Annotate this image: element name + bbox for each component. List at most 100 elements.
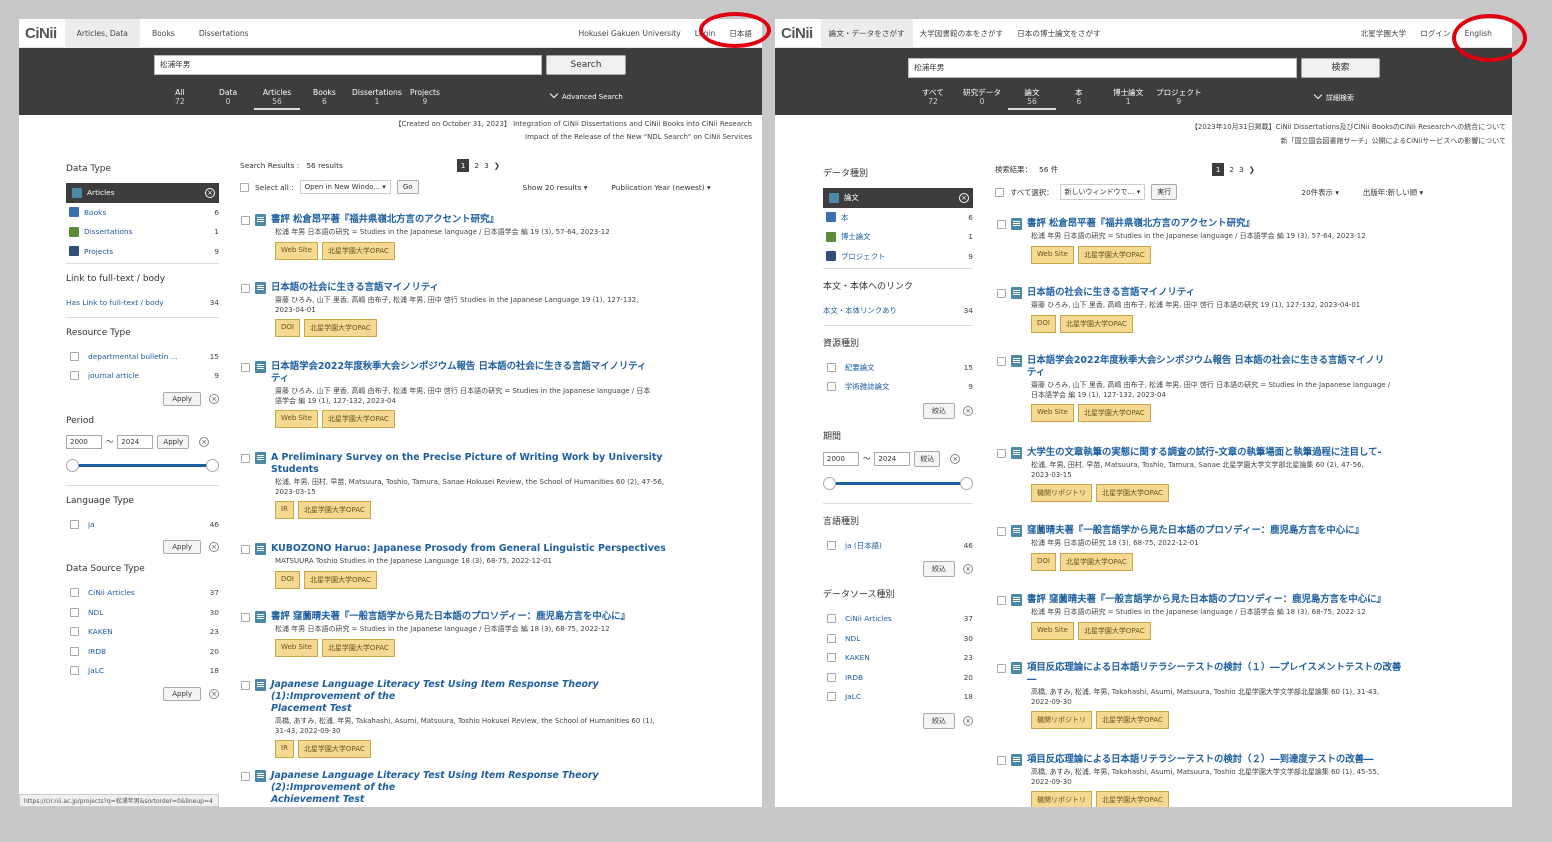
next-page-icon[interactable]: ❯	[1249, 165, 1255, 174]
apply-button[interactable]: Apply	[163, 391, 201, 406]
result-title[interactable]: 大学生の文章執筆の実態に関する調査の試行-文章の執筆場面と執筆過程に注目して-	[1027, 447, 1381, 459]
announcement-1[interactable]: 【Created on October 31, 2023】 Integratio…	[395, 119, 752, 129]
apply-button[interactable]: 絞込	[923, 402, 955, 419]
result-checkbox[interactable]	[997, 289, 1006, 298]
result-checkbox[interactable]	[241, 613, 250, 622]
clear-icon[interactable]: ×	[209, 393, 219, 404]
result-title[interactable]: Japanese Language Literacy Test Using It…	[271, 679, 681, 715]
filter-has-link[interactable]: 本文・本体リンクあり 34	[823, 301, 973, 321]
checkbox[interactable]	[827, 382, 836, 392]
clear-icon[interactable]: ×	[209, 542, 219, 552]
apply-button[interactable]: 絞込	[923, 712, 955, 729]
result-title[interactable]: 日本語の社会に生きる言語マイノリティ	[1027, 287, 1195, 299]
link-badge[interactable]: 機関リポジトリ	[1031, 791, 1092, 807]
advanced-search-link[interactable]: Advanced Search	[549, 89, 623, 101]
filter-journal-article[interactable]: 学術雑誌論文 9	[823, 377, 973, 397]
cinii-logo[interactable]: CiNii	[25, 25, 57, 42]
result-checkbox[interactable]	[241, 216, 250, 225]
link-badge[interactable]: 北星学園大学OPAC	[1096, 711, 1169, 729]
select-all-checkbox[interactable]	[240, 182, 249, 192]
filter-source-irdb[interactable]: IRDB 20	[66, 642, 219, 662]
filter-source-jalc[interactable]: JaLC 18	[66, 661, 219, 681]
clear-icon[interactable]: ×	[205, 187, 215, 198]
nav-tab-dissertations[interactable]: 日本の博士論文をさがす	[1010, 19, 1108, 48]
link-badge[interactable]: 北星学園大学OPAC	[321, 241, 395, 260]
clear-icon[interactable]: ×	[963, 405, 973, 416]
tab-projects[interactable]: プロジェクト 9	[1156, 88, 1202, 106]
result-checkbox[interactable]	[241, 772, 250, 781]
checkbox[interactable]	[70, 627, 79, 637]
link-badge[interactable]: 北星学園大学OPAC	[303, 570, 377, 589]
checkbox[interactable]	[827, 633, 836, 643]
link-badge[interactable]: Web Site	[275, 410, 318, 428]
result-checkbox[interactable]	[241, 284, 250, 293]
tab-all[interactable]: All 72	[175, 88, 185, 106]
tab-articles[interactable]: 論文 56	[1008, 88, 1056, 110]
result-title[interactable]: 項目反応理論による日本語リテラシーテストの検討（１）―プレイスメントテストの改善…	[1027, 662, 1401, 686]
slider-handle-end[interactable]	[206, 458, 219, 472]
filter-source-jalc[interactable]: JaLC 18	[823, 687, 973, 707]
tab-dissertations[interactable]: 博士論文 1	[1113, 88, 1143, 106]
apply-button[interactable]: Apply	[163, 686, 201, 701]
link-badge[interactable]: 北星学園大学OPAC	[297, 501, 371, 519]
advanced-search-link[interactable]: 詳細検索	[1313, 90, 1354, 103]
nav-tab-books[interactable]: Books	[140, 19, 187, 48]
sort-select[interactable]: 出版年:新しい順 ▾	[1363, 187, 1423, 198]
link-badge[interactable]: DOI	[275, 570, 300, 589]
clear-icon[interactable]: ×	[959, 192, 969, 203]
clear-icon[interactable]: ×	[963, 564, 973, 574]
tab-dissertations[interactable]: Dissertations 1	[352, 88, 402, 106]
filter-dissertations[interactable]: 博士論文 1	[823, 227, 973, 247]
year-from-input[interactable]: 2000	[66, 434, 102, 449]
cinii-logo[interactable]: CiNii	[781, 25, 813, 42]
result-checkbox[interactable]	[241, 545, 250, 554]
link-badge[interactable]: IR	[275, 501, 294, 519]
result-checkbox[interactable]	[997, 357, 1006, 366]
filter-source-cinii[interactable]: CiNii Articles 37	[823, 609, 973, 629]
select-all-checkbox[interactable]	[995, 187, 1004, 197]
announcement-1[interactable]: 【2023年10月31日掲載】CiNii Dissertations及びCiNi…	[1191, 122, 1506, 132]
result-title[interactable]: 項目反応理論による日本語リテラシーテストの検討（２）―到達度テストの改善―	[1027, 754, 1373, 766]
link-badge[interactable]: DOI	[1031, 552, 1056, 571]
link-badge[interactable]: 北星学園大学OPAC	[1077, 621, 1151, 640]
link-badge[interactable]: 北星学園大学OPAC	[1096, 484, 1169, 502]
search-input[interactable]: 松浦年男	[908, 58, 1297, 78]
checkbox[interactable]	[70, 351, 79, 361]
result-checkbox[interactable]	[997, 449, 1006, 458]
filter-source-irdb[interactable]: IRDB 20	[823, 668, 973, 688]
slider-handle-start[interactable]	[823, 476, 836, 490]
result-title[interactable]: 日本語の社会に生きる言語マイノリティ	[271, 282, 439, 294]
link-badge[interactable]: Web Site	[1031, 245, 1074, 264]
link-badge[interactable]: Web Site	[1031, 404, 1074, 422]
link-badge[interactable]: 機関リポジトリ	[1031, 711, 1092, 729]
link-badge[interactable]: IR	[275, 740, 294, 758]
link-badge[interactable]: 北星学園大学OPAC	[321, 638, 395, 657]
checkbox[interactable]	[827, 540, 836, 550]
checkbox[interactable]	[827, 653, 836, 663]
link-badge[interactable]: 北星学園大学OPAC	[321, 410, 395, 428]
result-checkbox[interactable]	[241, 454, 250, 463]
result-title[interactable]: 書評 松倉昂平著『福井県嶺北方言のアクセント研究』	[271, 214, 499, 226]
tab-all[interactable]: すべて 72	[922, 88, 944, 106]
nav-tab-dissertations[interactable]: Dissertations	[187, 19, 261, 48]
link-badge[interactable]: 北星学園大学OPAC	[1059, 314, 1133, 333]
result-title[interactable]: 書評 窪薗晴夫著『一般言語学から見た日本語のプロソディー：鹿児島方言を中心に』	[271, 611, 630, 623]
link-badge[interactable]: 北星学園大学OPAC	[1077, 404, 1151, 422]
result-checkbox[interactable]	[241, 363, 250, 372]
page-1[interactable]: 1	[456, 159, 470, 172]
filter-articles[interactable]: Articles ×	[66, 183, 219, 203]
sort-select[interactable]: Publication Year (newest) ▾	[611, 183, 710, 192]
apply-button[interactable]: 絞込	[923, 561, 955, 577]
filter-source-kaken[interactable]: KAKEN 23	[66, 622, 219, 642]
nav-tab-books[interactable]: 大学図書館の本をさがす	[913, 19, 1011, 48]
checkbox[interactable]	[827, 362, 836, 372]
apply-button[interactable]: 絞込	[914, 450, 941, 467]
checkbox[interactable]	[70, 607, 79, 617]
next-page-icon[interactable]: ❯	[494, 161, 500, 170]
tab-books[interactable]: Books 6	[313, 88, 336, 106]
filter-lang-ja[interactable]: ja 46	[66, 515, 219, 535]
open-window-select[interactable]: 新しいウィンドウで… ▾	[1059, 184, 1146, 200]
institution-name[interactable]: 北星学園大学	[1361, 28, 1407, 39]
result-checkbox[interactable]	[997, 664, 1006, 673]
search-button[interactable]: Search	[546, 55, 626, 75]
